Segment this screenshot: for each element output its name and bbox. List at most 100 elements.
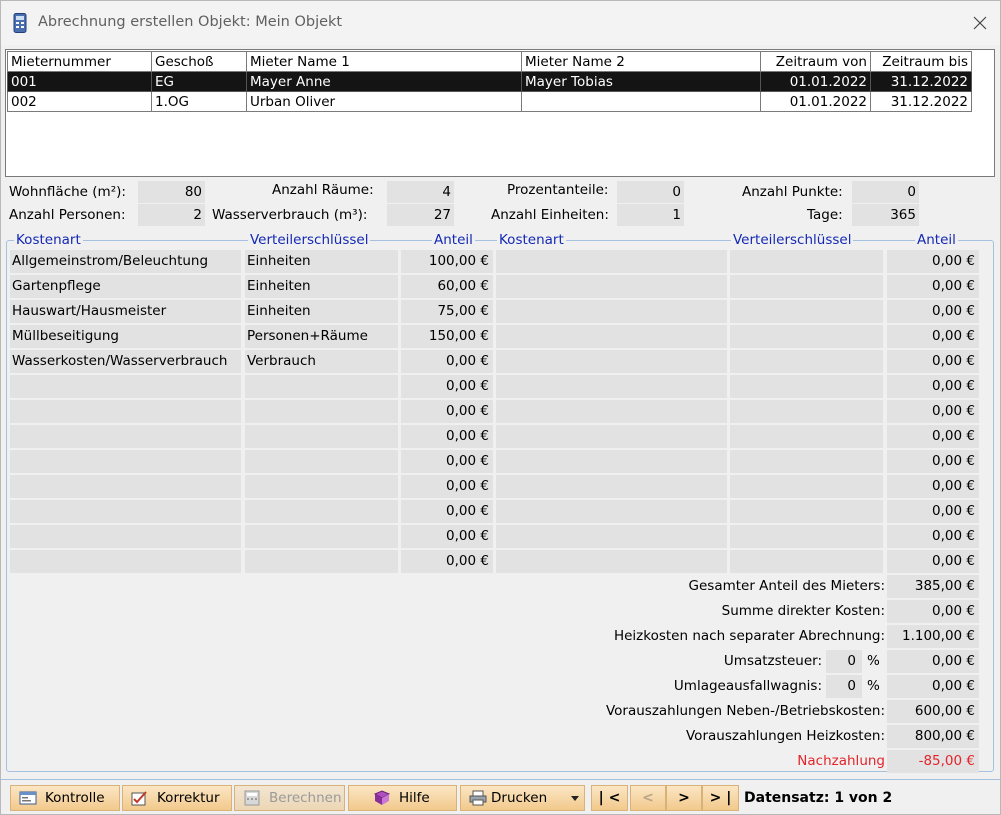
cost-right-kostenart-cell[interactable] [496, 275, 727, 298]
cost-left-anteil-cell[interactable]: 60,00 € [401, 275, 493, 298]
cost-right-anteil-cell[interactable]: 0,00 € [887, 500, 979, 523]
cost-right-anteil-cell[interactable]: 0,00 € [887, 400, 979, 423]
cost-right-verteiler-cell[interactable] [730, 350, 883, 373]
cost-left-verteiler-cell[interactable] [245, 525, 398, 548]
cost-right-kostenart-cell[interactable] [496, 550, 727, 573]
cost-left-verteiler-cell[interactable] [245, 425, 398, 448]
prozentanteile-label: Prozentanteile: [507, 182, 609, 198]
cost-right-anteil-cell[interactable]: 0,00 € [887, 475, 979, 498]
cost-left-verteiler-cell[interactable] [245, 500, 398, 523]
cost-left-kostenart-cell[interactable]: Wasserkosten/Wasserverbrauch [10, 350, 241, 373]
cost-left-anteil-cell[interactable]: 0,00 € [401, 450, 493, 473]
cost-right-kostenart-cell[interactable] [496, 300, 727, 323]
cost-left-kostenart-cell[interactable] [10, 500, 241, 523]
cost-right-verteiler-cell[interactable] [730, 500, 883, 523]
close-button[interactable] [959, 7, 1001, 39]
cost-left-anteil-cell[interactable]: 75,00 € [401, 300, 493, 323]
cost-left-anteil-cell[interactable]: 150,00 € [401, 325, 493, 348]
cost-right-kostenart-cell[interactable] [496, 350, 727, 373]
cost-right-anteil-cell[interactable]: 0,00 € [887, 425, 979, 448]
first-record-button[interactable]: | < [591, 785, 628, 811]
berechnen-button[interactable]: Berechnen [234, 785, 345, 811]
cost-right-kostenart-cell[interactable] [496, 250, 727, 273]
column-header[interactable]: Mieternummer [7, 51, 152, 72]
cost-left-verteiler-cell[interactable] [245, 550, 398, 573]
cost-right-verteiler-cell[interactable] [730, 525, 883, 548]
cost-right-verteiler-cell[interactable] [730, 475, 883, 498]
cost-left-anteil-cell[interactable]: 0,00 € [401, 525, 493, 548]
table-row[interactable]: 002 1.OG Urban Oliver 01.01.2022 31.12.2… [7, 91, 972, 112]
cost-left-kostenart-cell[interactable] [10, 525, 241, 548]
cost-right-kostenart-cell[interactable] [496, 525, 727, 548]
last-record-button[interactable]: > | [702, 785, 739, 811]
cost-right-verteiler-cell[interactable] [730, 400, 883, 423]
cost-right-verteiler-cell[interactable] [730, 450, 883, 473]
column-header[interactable]: Mieter Name 1 [246, 51, 522, 72]
hilfe-button[interactable]: Hilfe [348, 785, 457, 811]
cost-left-kostenart-cell[interactable] [10, 450, 241, 473]
cost-right-anteil-cell[interactable]: 0,00 € [887, 350, 979, 373]
cost-right-anteil-cell[interactable]: 0,00 € [887, 325, 979, 348]
next-record-button[interactable]: > [666, 785, 702, 811]
cost-left-verteiler-cell[interactable]: Personen+Räume [245, 325, 398, 348]
cost-left-verteiler-cell[interactable] [245, 475, 398, 498]
cost-right-verteiler-cell[interactable] [730, 425, 883, 448]
cost-right-anteil-cell[interactable]: 0,00 € [887, 550, 979, 573]
cost-right-anteil-cell[interactable]: 0,00 € [887, 525, 979, 548]
cost-left-kostenart-cell[interactable] [10, 400, 241, 423]
cost-right-kostenart-cell[interactable] [496, 425, 727, 448]
cost-left-anteil-cell[interactable]: 0,00 € [401, 400, 493, 423]
cost-left-verteiler-cell[interactable] [245, 400, 398, 423]
table-row[interactable]: 001 EG Mayer Anne Mayer Tobias 01.01.202… [7, 71, 972, 92]
cost-left-kostenart-cell[interactable]: Gartenpflege [10, 275, 241, 298]
cost-left-verteiler-cell[interactable] [245, 450, 398, 473]
column-header[interactable]: Zeitraum von [760, 51, 871, 72]
cost-right-kostenart-cell[interactable] [496, 475, 727, 498]
cost-right-anteil-cell[interactable]: 0,00 € [887, 450, 979, 473]
cost-left-verteiler-cell[interactable]: Einheiten [245, 250, 398, 273]
cost-right-verteiler-cell[interactable] [730, 550, 883, 573]
cost-right-anteil-cell[interactable]: 0,00 € [887, 375, 979, 398]
cost-right-verteiler-cell[interactable] [730, 275, 883, 298]
cost-right-anteil-cell[interactable]: 0,00 € [887, 275, 979, 298]
cost-left-verteiler-cell[interactable] [245, 375, 398, 398]
cost-left-anteil-cell[interactable]: 0,00 € [401, 350, 493, 373]
cost-right-kostenart-cell[interactable] [496, 500, 727, 523]
cost-right-anteil-cell[interactable]: 0,00 € [887, 250, 979, 273]
cost-right-verteiler-cell[interactable] [730, 300, 883, 323]
cost-left-anteil-cell[interactable]: 0,00 € [401, 375, 493, 398]
previous-record-button[interactable]: < [630, 785, 666, 811]
cost-left-kostenart-cell[interactable] [10, 550, 241, 573]
cost-left-kostenart-cell[interactable]: Hauswart/Hausmeister [10, 300, 241, 323]
cost-left-anteil-cell[interactable]: 100,00 € [401, 250, 493, 273]
cost-left-kostenart-cell[interactable] [10, 375, 241, 398]
cost-left-verteiler-cell[interactable]: Verbrauch [245, 350, 398, 373]
cost-right-kostenart-cell[interactable] [496, 450, 727, 473]
cost-right-verteiler-cell[interactable] [730, 250, 883, 273]
column-header[interactable]: Zeitraum bis [870, 51, 972, 72]
cost-right-verteiler-cell[interactable] [730, 325, 883, 348]
tenants-grid[interactable]: Mieternummer Geschoß Mieter Name 1 Miete… [5, 49, 995, 177]
column-header[interactable]: Mieter Name 2 [521, 51, 761, 72]
kontrolle-button[interactable]: Kontrolle [10, 785, 120, 811]
cost-left-verteiler-cell[interactable]: Einheiten [245, 275, 398, 298]
cost-left-verteiler-cell[interactable]: Einheiten [245, 300, 398, 323]
cell-mieter-name-1: Urban Oliver [246, 91, 522, 112]
cost-left-kostenart-cell[interactable] [10, 425, 241, 448]
cost-left-kostenart-cell[interactable]: Allgemeinstrom/Beleuchtung [10, 250, 241, 273]
cost-left-anteil-cell[interactable]: 0,00 € [401, 550, 493, 573]
cost-left-kostenart-cell[interactable]: Müllbeseitigung [10, 325, 241, 348]
cost-left-kostenart-cell[interactable] [10, 475, 241, 498]
cost-right-kostenart-cell[interactable] [496, 400, 727, 423]
drucken-button[interactable]: Drucken [460, 785, 585, 811]
cost-right-kostenart-cell[interactable] [496, 375, 727, 398]
cost-right-kostenart-cell[interactable] [496, 325, 727, 348]
cost-left-anteil-cell[interactable]: 0,00 € [401, 425, 493, 448]
cost-left-anteil-cell[interactable]: 0,00 € [401, 475, 493, 498]
cost-left-anteil-cell[interactable]: 0,00 € [401, 500, 493, 523]
cost-right-anteil-cell[interactable]: 0,00 € [887, 300, 979, 323]
caret-down-icon[interactable] [571, 796, 579, 801]
column-header[interactable]: Geschoß [151, 51, 247, 72]
cost-right-verteiler-cell[interactable] [730, 375, 883, 398]
korrektur-button[interactable]: Korrektur [122, 785, 232, 811]
